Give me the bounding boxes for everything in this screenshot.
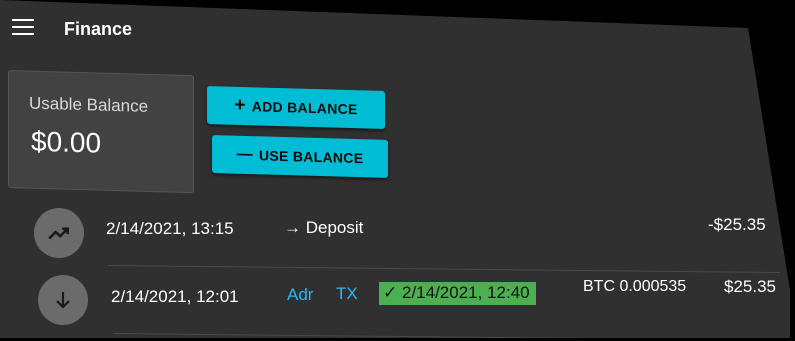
plus-icon: + — [234, 94, 246, 117]
crypto-amount: BTC 0.000535 — [583, 278, 687, 295]
balance-value: $0.00 — [31, 125, 102, 159]
transaction-type: → Deposit — [284, 218, 363, 238]
app-bar: Finance — [0, 0, 760, 58]
usable-balance-card: Usable Balance $0.00 — [8, 70, 194, 194]
address-link[interactable]: Adr — [287, 285, 313, 305]
use-balance-label: USE BALANCE — [258, 147, 364, 167]
page-title: Finance — [64, 19, 133, 39]
transaction-row[interactable]: 2/14/2021, 13:15 → Deposit -$25.35 — [0, 205, 790, 263]
transaction-type-label: Deposit — [305, 218, 364, 237]
finance-app: Finance Usable Balance $0.00 + ADD BALAN… — [0, 0, 790, 338]
hamburger-menu-icon[interactable] — [12, 19, 34, 35]
use-balance-button[interactable]: — USE BALANCE — [212, 135, 388, 178]
confirmed-datetime: 2/14/2021, 12:40 — [401, 283, 530, 302]
row-divider — [112, 333, 785, 338]
add-balance-button[interactable]: + ADD BALANCE — [207, 86, 385, 129]
add-balance-label: ADD BALANCE — [251, 98, 358, 118]
transaction-datetime: 2/14/2021, 12:01 — [111, 287, 239, 306]
status-badge: ✓ 2/14/2021, 12:40 — [379, 282, 536, 305]
transaction-avatar — [38, 275, 88, 325]
minus-icon: — — [236, 145, 253, 164]
transaction-amount: $25.35 — [724, 277, 776, 296]
transaction-avatar — [34, 208, 84, 258]
transaction-amount: -$25.35 — [708, 215, 766, 234]
balance-label: Usable Balance — [29, 93, 149, 116]
tx-link[interactable]: TX — [336, 284, 358, 304]
arrow-right-icon: → — [284, 218, 301, 237]
trending-up-icon — [48, 227, 69, 240]
arrow-down-icon — [56, 292, 70, 309]
transaction-row[interactable]: 2/14/2021, 12:01 Adr TX ✓ 2/14/2021, 12:… — [0, 272, 790, 332]
check-icon: ✓ — [383, 283, 398, 302]
transaction-datetime: 2/14/2021, 13:15 — [106, 219, 234, 238]
